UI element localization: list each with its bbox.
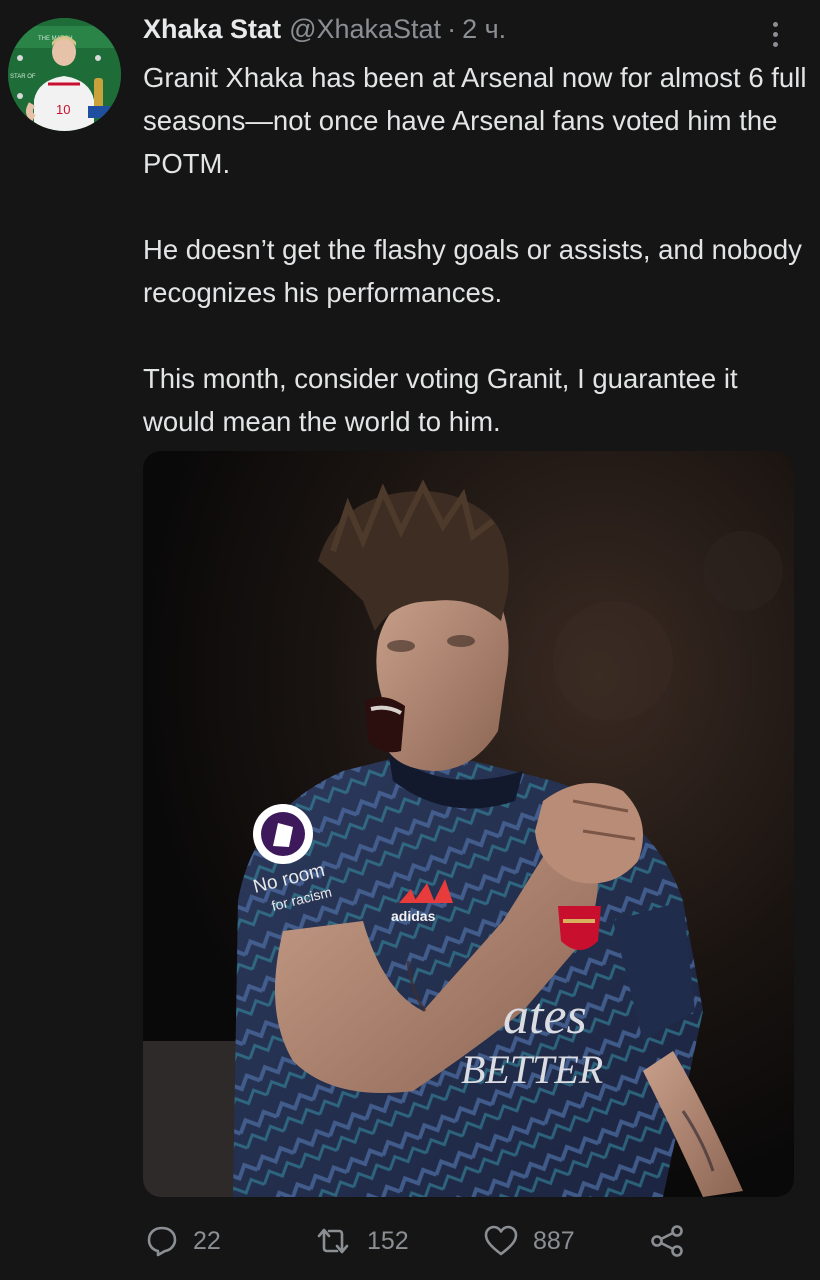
separator-dot: · [447, 14, 457, 44]
tweet-paragraph: Granit Xhaka has been at Arsenal now for… [143, 62, 807, 179]
share-icon [651, 1225, 683, 1257]
tweet-paragraph: This month, consider voting Granit, I gu… [143, 363, 738, 437]
avatar-shirt-number: 10 [56, 102, 70, 117]
heart-icon [484, 1225, 518, 1256]
tweet-header: Xhaka Stat @XhakaStat · 2 ч. [143, 14, 506, 54]
tweet-media-photo[interactable]: No room for racism adidas ates BETTER [143, 451, 794, 1197]
like-count: 887 [533, 1226, 575, 1255]
reply-button[interactable]: 22 [145, 1218, 221, 1264]
retweet-icon [317, 1228, 349, 1254]
author-display-name[interactable]: Xhaka Stat [143, 14, 281, 45]
tweet-card[interactable]: THE MATCH STAR OF 10 Xhaka Stat @XhakaSt… [0, 0, 820, 1280]
retweet-count: 152 [367, 1226, 409, 1255]
avatar-board-text: STAR OF [10, 74, 36, 80]
reply-icon [147, 1226, 177, 1257]
retweet-button[interactable]: 152 [313, 1218, 409, 1264]
tweet-actions: 22 152 887 [143, 1218, 703, 1264]
like-button[interactable]: 887 [483, 1218, 575, 1264]
tweet-text: Granit Xhaka has been at Arsenal now for… [143, 56, 808, 443]
jersey-chest-text: ates [503, 988, 587, 1045]
jersey-chest-text: BETTER [461, 1047, 603, 1092]
timestamp[interactable]: 2 ч. [462, 14, 506, 45]
author-handle[interactable]: @XhakaStat [289, 14, 441, 45]
jersey-sponsor-text: adidas [391, 908, 436, 924]
share-button[interactable] [649, 1218, 685, 1264]
avatar[interactable]: THE MATCH STAR OF 10 [8, 18, 121, 131]
reply-count: 22 [193, 1226, 221, 1255]
more-vertical-icon[interactable] [760, 14, 790, 54]
tweet-paragraph: He doesn’t get the flashy goals or assis… [143, 234, 802, 308]
